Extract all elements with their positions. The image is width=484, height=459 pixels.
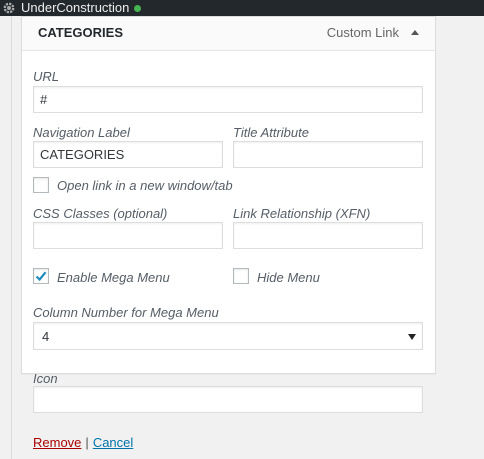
link-relationship-label: Link Relationship (XFN): [233, 206, 371, 221]
item-actions: Remove | Cancel: [33, 435, 133, 450]
title-attribute-label: Title Attribute: [233, 125, 309, 140]
icon-label: Icon: [33, 371, 58, 386]
link-relationship-input[interactable]: [233, 222, 423, 249]
enable-mega-menu-checkbox[interactable]: [33, 268, 49, 284]
title-attribute-input[interactable]: [233, 141, 423, 168]
hide-menu-label: Hide Menu: [257, 270, 320, 285]
arrow-up-icon[interactable]: [411, 30, 419, 35]
column-number-value: 4: [42, 329, 50, 344]
url-label: URL: [33, 69, 60, 84]
gear-icon[interactable]: [0, 0, 18, 16]
css-classes-label: CSS Classes (optional): [33, 206, 168, 221]
menu-item-panel: CATEGORIES Custom Link: [21, 16, 436, 374]
open-new-tab-checkbox[interactable]: [33, 177, 49, 193]
remove-link[interactable]: Remove: [33, 435, 81, 450]
admin-bar: UnderConstruction: [0, 0, 484, 16]
chevron-down-icon: [408, 334, 416, 340]
status-dot: [134, 4, 142, 12]
cancel-link[interactable]: Cancel: [93, 435, 133, 450]
navigation-label-label: Navigation Label: [33, 125, 130, 140]
enable-mega-menu-label: Enable Mega Menu: [57, 270, 170, 285]
navigation-label-input[interactable]: [33, 141, 223, 168]
column-number-select[interactable]: 4: [33, 322, 423, 350]
menu-item-header[interactable]: CATEGORIES Custom Link: [22, 17, 435, 51]
action-separator: |: [85, 435, 89, 450]
left-rail: [11, 16, 12, 459]
css-classes-input[interactable]: [33, 222, 223, 249]
icon-input[interactable]: [33, 386, 423, 413]
open-new-tab-label: Open link in a new window/tab: [57, 178, 233, 193]
url-input[interactable]: [33, 86, 423, 113]
menu-item-title: CATEGORIES: [38, 25, 123, 40]
checkmark-icon: [35, 271, 47, 282]
hide-menu-checkbox[interactable]: [233, 268, 249, 284]
column-number-label: Column Number for Mega Menu: [33, 305, 219, 320]
site-name[interactable]: UnderConstruction: [21, 0, 129, 16]
menu-item-type: Custom Link: [326, 25, 399, 40]
